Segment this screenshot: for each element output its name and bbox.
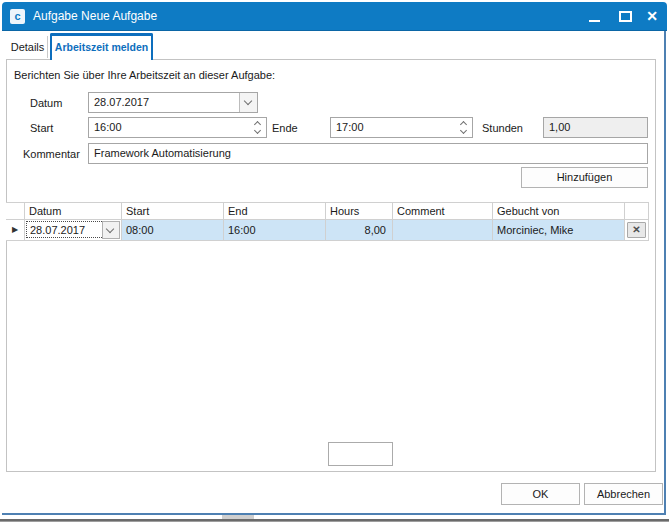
title-bar: c Aufgabe Neue Aufgabe ✕ [2, 2, 667, 31]
datum-combobox[interactable]: 28.07.2017 [88, 92, 258, 113]
instruction-text: Berichten Sie über Ihre Arbeitszeit an d… [14, 69, 275, 81]
cell-end[interactable]: 16:00 [224, 220, 326, 241]
cell-hours[interactable]: 8,00 [326, 220, 393, 241]
cell-start[interactable]: 08:00 [122, 220, 224, 241]
ok-button[interactable]: OK [501, 483, 580, 505]
stunden-field: 1,00 [543, 117, 648, 138]
hinzufuegen-button[interactable]: Hinzufügen [521, 167, 648, 188]
start-spinner[interactable] [250, 118, 266, 137]
tab-details[interactable]: Details [8, 36, 48, 58]
cell-gebucht-von[interactable]: Morciniec, Mike [493, 220, 625, 241]
spin-down-icon [254, 127, 261, 134]
cell-datum-value: 28.07.2017 [30, 224, 85, 236]
start-input[interactable]: 16:00 [88, 117, 267, 138]
ende-value: 17:00 [336, 121, 364, 133]
ende-input[interactable]: 17:00 [330, 117, 473, 138]
grid-row: ▶ 28.07.2017 08:00 16:00 8,00 Morciniec,… [6, 220, 649, 241]
app-icon: c [10, 9, 25, 24]
column-header-datum[interactable]: Datum [25, 202, 122, 220]
maximize-icon [619, 11, 632, 22]
column-header-gebucht-von[interactable]: Gebucht von [493, 202, 625, 220]
stunden-label: Stunden [482, 122, 523, 134]
datum-label: Datum [30, 97, 62, 109]
datum-cell-editor[interactable]: 28.07.2017 [25, 220, 121, 239]
minimize-icon [589, 20, 600, 22]
datum-value: 28.07.2017 [94, 96, 149, 108]
datum-dropdown-button[interactable] [239, 93, 257, 112]
close-icon: ✕ [640, 2, 664, 31]
delete-row-button[interactable]: ✕ [627, 222, 646, 238]
maximize-button[interactable] [613, 2, 637, 31]
dialog-window: c Aufgabe Neue Aufgabe ✕ Details Arbeits… [0, 0, 669, 522]
start-label: Start [30, 122, 53, 134]
kommentar-input[interactable]: Framework Automatisierung [88, 143, 648, 164]
column-header-actions [625, 202, 649, 220]
grid-footer-editbox[interactable] [328, 442, 393, 466]
cell-datum-dropdown-button[interactable] [102, 221, 120, 239]
cell-datum[interactable]: 28.07.2017 [25, 220, 122, 241]
column-header-end[interactable]: End [224, 202, 326, 220]
kommentar-value: Framework Automatisierung [94, 147, 231, 159]
close-button[interactable]: ✕ [640, 2, 664, 31]
tab-arbeitszeit-melden[interactable]: Arbeitszeit melden [50, 33, 153, 60]
chevron-down-icon [106, 225, 114, 233]
chevron-down-icon [244, 97, 252, 105]
kommentar-label: Kommentar [23, 148, 80, 160]
stunden-value: 1,00 [549, 121, 570, 133]
cell-actions: ✕ [625, 220, 649, 241]
column-header-start[interactable]: Start [122, 202, 224, 220]
row-marker-icon: ▶ [6, 220, 25, 241]
abbrechen-button[interactable]: Abbrechen [584, 483, 663, 505]
worktime-grid: Datum Start End Hours Comment Gebucht vo… [6, 202, 649, 241]
column-header-hours[interactable]: Hours [326, 202, 393, 220]
cell-comment[interactable] [393, 220, 493, 241]
grid-corner-cell [6, 202, 25, 220]
start-value: 16:00 [94, 121, 122, 133]
window-bottom-edge [2, 513, 666, 515]
minimize-button[interactable] [582, 2, 606, 31]
ende-spinner[interactable] [456, 118, 472, 137]
ende-label: Ende [272, 122, 298, 134]
grid-header-row: Datum Start End Hours Comment Gebucht vo… [6, 202, 649, 220]
window-right-edge [664, 31, 666, 515]
window-title: Aufgabe Neue Aufgabe [33, 2, 157, 31]
spin-down-icon [460, 127, 467, 134]
column-header-comment[interactable]: Comment [393, 202, 493, 220]
